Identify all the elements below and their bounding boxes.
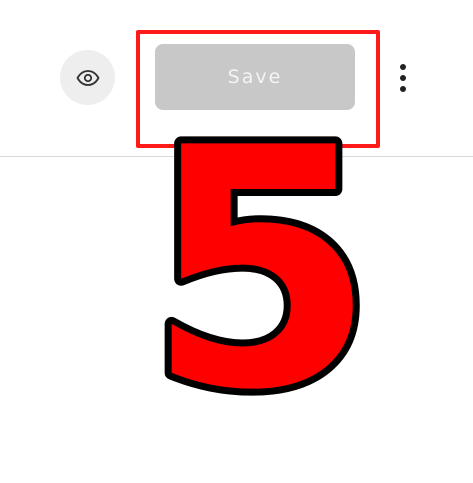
more-options-button[interactable] <box>390 58 416 98</box>
editor-page: Save 5 <box>0 0 473 483</box>
more-vertical-icon <box>400 64 406 92</box>
step-number-marker: 5 <box>150 122 372 412</box>
eye-icon <box>76 66 100 90</box>
save-button[interactable]: Save <box>155 44 355 110</box>
step-number-text: 5 <box>150 122 372 412</box>
preview-button[interactable] <box>60 50 115 105</box>
